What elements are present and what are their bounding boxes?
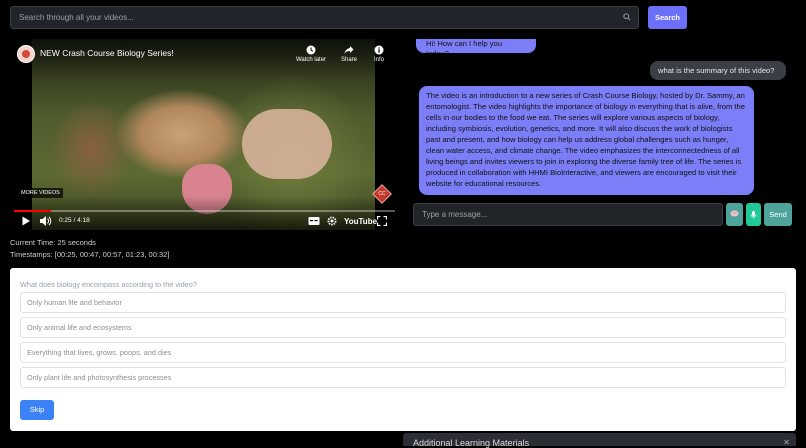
quiz-panel: What does biology encompass according to…: [10, 268, 796, 431]
fullscreen-icon[interactable]: [377, 216, 387, 226]
watermark-label: CC: [378, 191, 386, 197]
search-placeholder: Search through all your videos...: [19, 13, 134, 22]
video-title[interactable]: NEW Crash Course Biology Series!: [40, 48, 174, 58]
settings-gear-icon[interactable]: [327, 216, 337, 226]
captions-icon[interactable]: [308, 216, 320, 226]
share-label: Share: [340, 57, 357, 63]
volume-icon[interactable]: [40, 216, 52, 226]
quiz-option[interactable]: Everything that lives, grows, poops, and…: [20, 342, 786, 363]
search-button[interactable]: Search: [648, 6, 687, 29]
quiz-option[interactable]: Only plant life and photosynthesis proce…: [20, 367, 786, 388]
user-message-bubble: what is the summary of this video?: [650, 61, 786, 80]
more-videos-button[interactable]: MORE VIDEOS: [18, 188, 63, 198]
quiz-option[interactable]: Only human life and behavior: [20, 292, 786, 313]
clock-icon: [306, 45, 316, 55]
video-player[interactable]: NEW Crash Course Biology Series! Watch l…: [14, 39, 395, 230]
quiz-question: What does biology encompass according to…: [20, 280, 197, 289]
info-button[interactable]: Info: [361, 45, 395, 63]
info-icon: [374, 45, 384, 55]
brain-button[interactable]: [726, 203, 743, 226]
additional-materials-panel[interactable]: Additional Learning Materials ✕: [403, 433, 796, 448]
search-input[interactable]: Search through all your videos...: [10, 6, 639, 29]
bot-response-bubble: The video is an introduction to a new se…: [419, 86, 754, 195]
additional-materials-title: Additional Learning Materials: [413, 438, 530, 448]
microphone-icon: [750, 211, 757, 219]
current-time-text: Current Time: 25 seconds: [10, 238, 96, 247]
microphone-button[interactable]: [746, 203, 761, 226]
progress-fill: [14, 210, 51, 212]
play-icon[interactable]: [21, 216, 31, 226]
time-display: 0:25 / 4:18: [59, 217, 90, 224]
send-button[interactable]: Send: [764, 203, 792, 226]
search-icon[interactable]: [623, 13, 631, 21]
channel-avatar[interactable]: [17, 45, 35, 63]
bot-greeting-bubble: Hi! How can I help you today?: [416, 39, 536, 53]
timestamps-text: Timestamps: [00:25, 00:47, 00:57, 01:23,…: [10, 250, 170, 259]
watch-later-label: Watch later: [295, 57, 327, 63]
skip-button[interactable]: Skip: [20, 400, 54, 420]
share-icon: [344, 46, 354, 54]
message-input[interactable]: Type a message...: [413, 203, 723, 226]
brain-icon: [730, 210, 739, 217]
progress-bar[interactable]: [14, 210, 395, 212]
video-scene-hand: [242, 109, 332, 179]
watch-later-button[interactable]: Watch later: [293, 45, 329, 63]
info-label: Info: [373, 57, 384, 63]
quiz-option[interactable]: Only animal life and ecosystems: [20, 317, 786, 338]
youtube-logo[interactable]: YouTube: [344, 217, 377, 226]
video-bottom-gradient: [14, 196, 395, 230]
